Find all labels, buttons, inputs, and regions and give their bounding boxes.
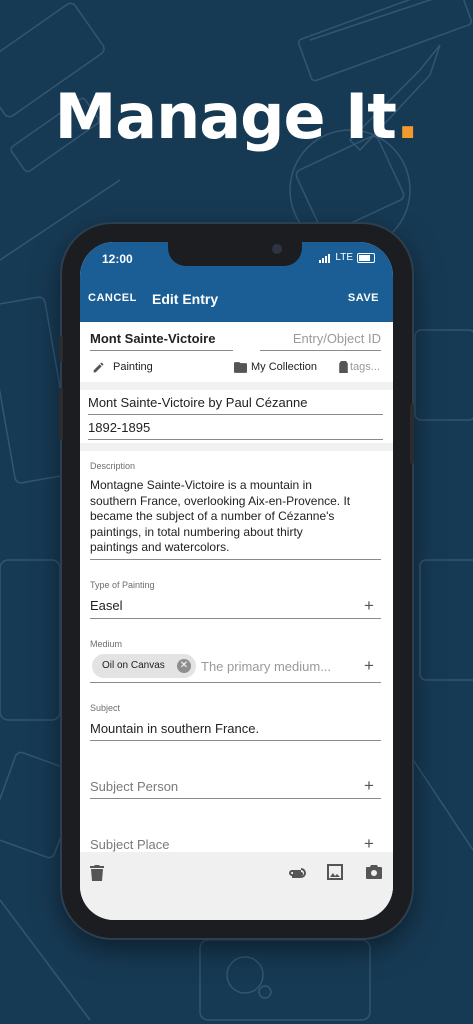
- description-line: paintings, in total numbering about thir…: [90, 524, 303, 539]
- paperclip-icon[interactable]: [287, 868, 306, 878]
- description-input[interactable]: Montagne Sainte-Victoire is a mountain i…: [90, 478, 386, 556]
- type-selector[interactable]: Painting: [113, 361, 153, 373]
- date-input[interactable]: 1892-1895: [88, 420, 150, 435]
- medium-input[interactable]: The primary medium...: [201, 659, 331, 674]
- signal-icon: [319, 252, 331, 263]
- image-icon[interactable]: [327, 864, 343, 880]
- battery-icon: [357, 252, 375, 263]
- entry-name-input[interactable]: Mont Sainte-Victoire: [90, 331, 215, 346]
- full-title-input[interactable]: Mont Sainte-Victoire by Paul Cézanne: [88, 395, 307, 410]
- power-button: [410, 404, 414, 464]
- subject-person-underline: [90, 798, 381, 799]
- bottom-toolbar: [80, 852, 393, 920]
- headline-text: Manage It: [54, 80, 397, 153]
- full-title-underline: [88, 414, 383, 415]
- page-title: Edit Entry: [152, 291, 219, 307]
- pencil-icon: [93, 362, 104, 373]
- description-line: paintings and watercolors.: [90, 540, 230, 554]
- cancel-button[interactable]: CANCEL: [88, 292, 137, 304]
- type-of-painting-underline: [90, 618, 381, 619]
- section-divider: [80, 382, 393, 390]
- edit-form: Mont Sainte-Victoire Entry/Object ID Pai…: [80, 322, 393, 852]
- description-line: Montagne Sainte-Victoire is a mountain i…: [90, 478, 312, 492]
- trash-icon[interactable]: [90, 865, 104, 881]
- network-label: LTE: [335, 252, 353, 263]
- subject-underline: [90, 740, 381, 741]
- entry-name-underline: [90, 350, 233, 351]
- tag-icon: [339, 361, 348, 373]
- medium-label: Medium: [90, 639, 123, 649]
- subject-place-input[interactable]: Subject Place: [90, 837, 170, 852]
- subject-input[interactable]: Mountain in southern France.: [90, 721, 259, 736]
- headline: Manage It.: [0, 80, 473, 153]
- subject-person-input[interactable]: Subject Person: [90, 779, 178, 794]
- add-type-icon[interactable]: +: [364, 597, 374, 614]
- medium-chip-label: Oil on Canvas: [102, 660, 165, 671]
- status-time: 12:00: [102, 252, 133, 266]
- type-of-painting-input[interactable]: Easel: [90, 598, 123, 613]
- subject-label: Subject: [90, 703, 121, 713]
- remove-chip-icon[interactable]: ✕: [177, 659, 191, 673]
- type-of-painting-label: Type of Painting: [90, 580, 155, 590]
- description-label: Description: [90, 461, 136, 471]
- entry-id-input[interactable]: Entry/Object ID: [293, 331, 381, 346]
- folder-icon: [234, 362, 247, 373]
- date-underline: [88, 439, 383, 440]
- description-line: southern France, overlooking Aix-en-Prov…: [90, 493, 351, 508]
- headline-dot: .: [395, 80, 420, 153]
- medium-underline: [90, 682, 381, 683]
- description-underline: [90, 559, 381, 560]
- medium-chip[interactable]: Oil on Canvas ✕: [92, 654, 196, 678]
- add-subject-place-icon[interactable]: +: [364, 835, 374, 852]
- volume-button: [59, 388, 63, 440]
- phone-screen: 12:00 LTE CANCEL Edit Entry SAVE Mont Sa…: [80, 242, 393, 920]
- add-subject-person-icon[interactable]: +: [364, 777, 374, 794]
- entry-id-underline: [260, 350, 381, 351]
- description-line: became the subject of a number of Cézann…: [90, 509, 335, 523]
- add-medium-icon[interactable]: +: [364, 657, 374, 674]
- camera-icon[interactable]: [366, 865, 382, 879]
- app-bar: 12:00 LTE CANCEL Edit Entry SAVE: [80, 242, 393, 322]
- status-icons: LTE: [319, 252, 375, 263]
- section-divider: [80, 443, 393, 451]
- volume-button: [59, 336, 63, 362]
- collection-selector[interactable]: My Collection: [251, 361, 317, 373]
- tags-input[interactable]: tags...: [350, 361, 380, 373]
- save-button[interactable]: SAVE: [348, 292, 379, 304]
- front-camera: [272, 244, 282, 254]
- notch: [168, 242, 302, 266]
